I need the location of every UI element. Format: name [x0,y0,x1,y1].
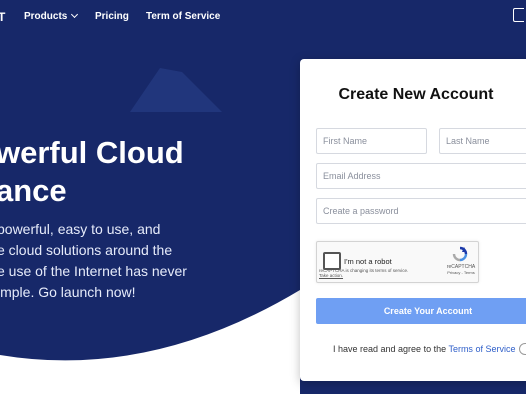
recaptcha-notice: reCAPTCHA is changing its terms of servi… [319,268,408,278]
hero-subtext-line: e use of the Internet has never [0,263,187,279]
hero-subtext-line: powerful, easy to use, and [0,221,161,237]
hero-subtext-line: imple. Go launch now! [0,284,136,300]
terms-of-service-link[interactable]: Terms of Service [448,344,515,354]
first-name-input[interactable]: First Name [316,128,427,154]
top-nav: T Products Pricing Term of Service [0,0,526,34]
chevron-down-icon [71,10,79,19]
last-name-input[interactable]: Last Name [439,128,526,154]
hero-subtext-line: e cloud solutions around the [0,242,173,258]
signup-title: Create New Account [338,86,494,103]
recaptcha-logo-icon [452,246,468,262]
recaptcha-links[interactable]: Privacy - Terms [445,270,477,275]
recaptcha-widget: I'm not a robot reCAPTCHA is changing it… [316,241,479,283]
terms-agreement-text: I have read and agree to the [333,344,449,354]
create-account-button[interactable]: Create Your Account [316,298,526,324]
logo: T [0,10,6,24]
hero-headline-line: werful Cloud [0,135,184,170]
nav-item-pricing[interactable]: Pricing [95,11,129,22]
hero-headline-line: ance [0,173,67,208]
recaptcha-label: I'm not a robot [344,257,392,266]
recaptcha-action-link[interactable]: Take action. [319,273,408,278]
nav-item-products[interactable]: Products [24,10,79,22]
login-icon[interactable] [513,8,524,22]
terms-agreement: I have read and agree to the Terms of Se… [333,344,515,354]
hero-subtext: powerful, easy to use, and e cloud solut… [0,219,187,303]
agree-toggle[interactable] [519,343,526,355]
nav-item-terms[interactable]: Term of Service [146,11,220,22]
password-input[interactable]: Create a password [316,198,526,224]
signup-card: Create New Account First Name Last Name … [300,59,526,381]
hero-headline: werful Cloud ance [0,134,184,210]
email-input[interactable]: Email Address [316,163,526,189]
nav-item-products-label: Products [24,11,68,22]
